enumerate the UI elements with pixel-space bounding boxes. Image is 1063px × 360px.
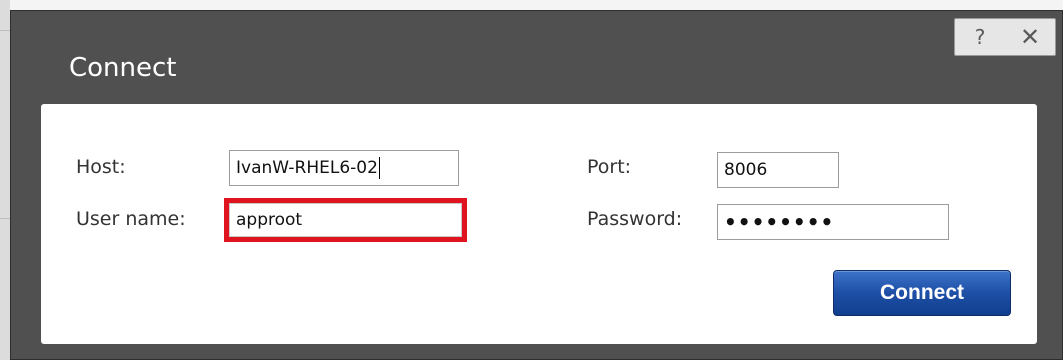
background-window-edge <box>0 0 10 360</box>
dialog-title: Connect <box>69 53 177 83</box>
host-input-value: IvanW-RHEL6-02 <box>236 158 378 178</box>
help-button[interactable]: ? <box>955 19 1005 55</box>
connect-dialog: Connect ? ✕ Host: IvanW-RHEL6-02 Port: 8… <box>10 10 1063 360</box>
port-label: Port: <box>587 156 632 178</box>
port-input[interactable]: 8006 <box>717 152 839 188</box>
password-label: Password: <box>587 208 683 230</box>
close-icon: ✕ <box>1019 23 1041 51</box>
help-icon: ? <box>974 25 986 49</box>
password-input[interactable]: •••••••• <box>717 204 949 240</box>
host-label: Host: <box>76 156 126 178</box>
port-input-value: 8006 <box>724 160 768 180</box>
title-bar-controls: ? ✕ <box>954 18 1056 56</box>
host-input[interactable]: IvanW-RHEL6-02 <box>229 150 459 186</box>
background-divider <box>0 218 10 219</box>
text-cursor <box>378 157 380 179</box>
background-divider <box>0 30 10 31</box>
connection-form: Host: IvanW-RHEL6-02 Port: 8006 User nam… <box>41 104 1037 344</box>
close-button[interactable]: ✕ <box>1005 19 1055 55</box>
password-input-value: •••••••• <box>724 210 835 234</box>
connect-button[interactable]: Connect <box>833 270 1011 316</box>
username-highlight-box <box>224 198 467 242</box>
username-label: User name: <box>76 208 186 230</box>
